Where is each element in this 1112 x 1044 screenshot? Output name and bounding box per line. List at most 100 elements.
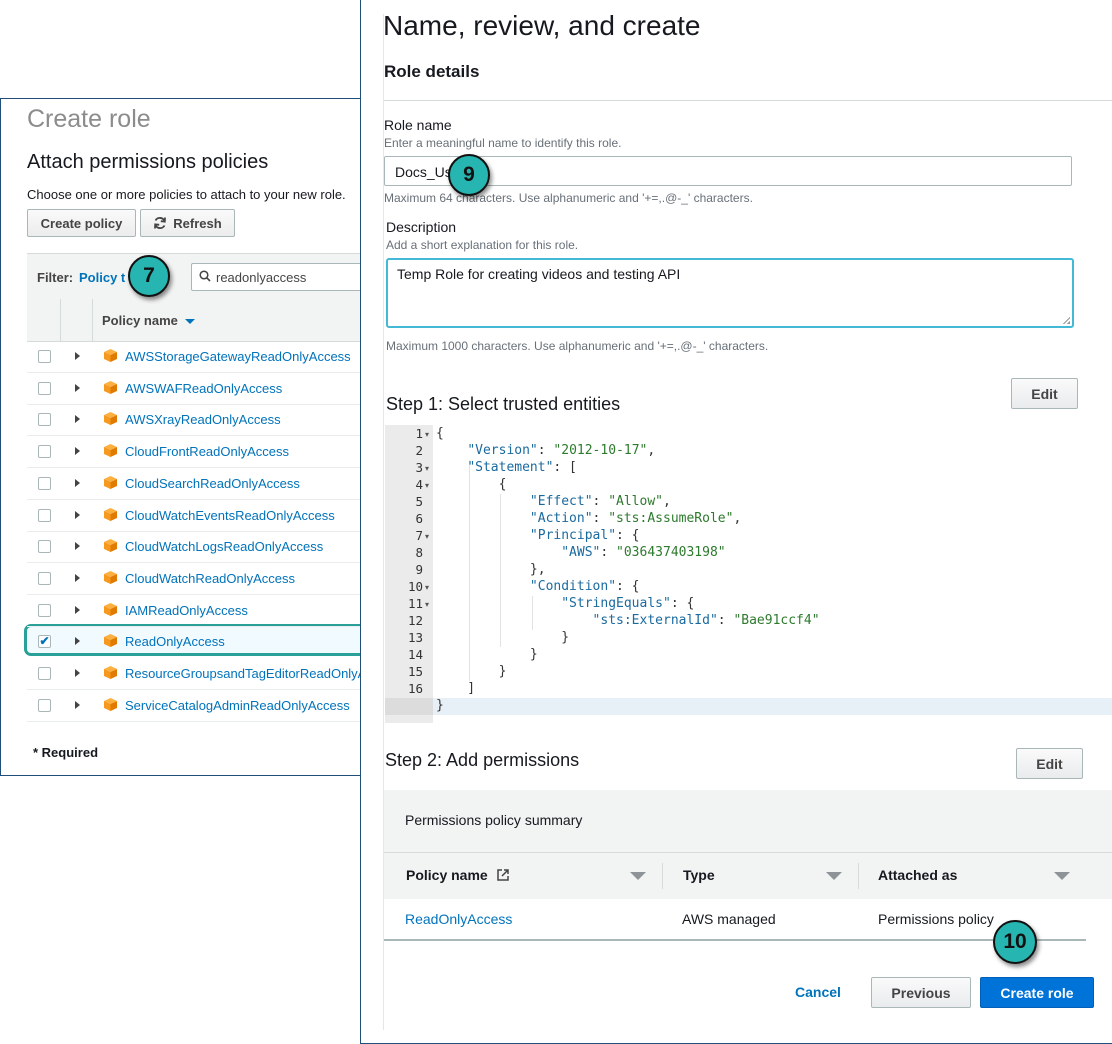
line-number: 5 — [415, 494, 423, 509]
trust-policy-editor[interactable]: 1▾23▾4▾567▾8910▾11▾121314151617 { "Versi… — [385, 425, 1112, 723]
sort-arrow-icon[interactable] — [1054, 872, 1070, 880]
policy-box-icon — [104, 539, 117, 553]
policy-box-icon — [104, 444, 117, 458]
policy-name-link[interactable]: CloudWatchLogsReadOnlyAccess — [125, 539, 323, 554]
code-line: } — [436, 664, 507, 679]
policy-row[interactable]: AWSWAFReadOnlyAccess — [27, 373, 379, 405]
line-number: 9 — [415, 562, 423, 577]
policy-name-link[interactable]: ReadOnlyAccess — [125, 634, 225, 649]
policy-name-link[interactable]: AWSXrayReadOnlyAccess — [125, 412, 281, 427]
create-policy-button[interactable]: Create policy — [27, 209, 136, 237]
permissions-summary-header: Permissions policy summary — [384, 790, 1112, 852]
line-number: 1 — [415, 426, 423, 441]
policy-name-link[interactable]: AWSWAFReadOnlyAccess — [125, 381, 282, 396]
expand-arrow-icon[interactable] — [75, 637, 80, 646]
policy-row[interactable]: ✔ ReadOnlyAccess — [27, 626, 379, 658]
code-line: { — [436, 477, 507, 492]
policy-row[interactable]: CloudWatchLogsReadOnlyAccess — [27, 531, 379, 564]
policy-name-column-header[interactable]: Policy name — [406, 867, 510, 883]
checkbox-icon[interactable] — [38, 667, 51, 680]
policy-name-link[interactable]: CloudFrontReadOnlyAccess — [125, 444, 289, 459]
policy-row[interactable]: ResourceGroupsandTagEditorReadOnlyA — [27, 658, 379, 690]
line-number: 8 — [415, 545, 423, 560]
policy-link[interactable]: ReadOnlyAccess — [405, 911, 512, 927]
fold-arrow-icon[interactable]: ▾ — [425, 532, 429, 541]
type-column-header[interactable]: Type — [683, 867, 715, 883]
expand-arrow-icon[interactable] — [75, 352, 80, 360]
cancel-button[interactable]: Cancel — [795, 984, 841, 1000]
sort-arrow-icon[interactable] — [630, 872, 646, 880]
checkbox-icon[interactable] — [38, 571, 51, 585]
policy-type-cell: AWS managed — [682, 911, 776, 927]
description-textarea[interactable]: Temp Role for creating videos and testin… — [386, 258, 1074, 328]
policy-name-link[interactable]: CloudWatchEventsReadOnlyAccess — [125, 508, 335, 523]
description-value: Temp Role for creating videos and testin… — [397, 266, 681, 282]
checkbox-icon[interactable]: ✔ — [38, 635, 51, 649]
expand-arrow-icon[interactable] — [75, 573, 80, 582]
policy-name-link[interactable]: ServiceCatalogAdminReadOnlyAccess — [125, 698, 350, 713]
edit-permissions-button[interactable]: Edit — [1016, 748, 1083, 779]
policy-row[interactable]: AWSXrayReadOnlyAccess — [27, 404, 379, 437]
expand-arrow-icon[interactable] — [75, 478, 80, 487]
expand-arrow-icon[interactable] — [75, 415, 80, 424]
policy-name-column-header[interactable]: Policy name — [102, 313, 178, 328]
policy-name-link[interactable]: CloudWatchReadOnlyAccess — [125, 571, 295, 586]
expand-arrow-icon[interactable] — [75, 510, 80, 519]
edit-trusted-entities-button[interactable]: Edit — [1011, 378, 1078, 409]
expand-arrow-icon[interactable] — [75, 542, 80, 551]
checkbox-icon[interactable] — [38, 445, 51, 459]
policy-name-link[interactable]: AWSStorageGatewayReadOnlyAccess — [125, 349, 351, 364]
expand-arrow-icon[interactable] — [75, 605, 80, 614]
page-title: Name, review, and create — [383, 10, 701, 41]
sort-arrow-icon[interactable] — [185, 319, 195, 324]
line-number: 14 — [407, 647, 423, 662]
attached-as-column-header[interactable]: Attached as — [878, 867, 957, 883]
section-description: Choose one or more policies to attach to… — [27, 187, 346, 202]
expand-arrow-icon[interactable] — [75, 669, 80, 677]
resize-handle[interactable] — [1062, 316, 1070, 324]
code-line: "Statement": [ — [467, 460, 577, 475]
policy-row[interactable]: CloudWatchReadOnlyAccess — [27, 563, 379, 595]
policy-row[interactable]: ServiceCatalogAdminReadOnlyAccess — [27, 690, 379, 722]
fold-arrow-icon[interactable]: ▾ — [425, 430, 429, 439]
summary-title: Permissions policy summary — [405, 812, 583, 828]
fold-arrow-icon[interactable]: ▾ — [425, 600, 429, 609]
active-line-highlight — [433, 698, 1112, 715]
sort-arrow-icon[interactable] — [826, 872, 842, 880]
policy-row[interactable]: CloudSearchReadOnlyAccess — [27, 468, 379, 500]
policy-box-icon — [104, 697, 117, 711]
fold-arrow-icon[interactable]: ▾ — [425, 464, 429, 473]
description-label: Description — [386, 219, 457, 235]
policy-row[interactable]: AWSStorageGatewayReadOnlyAccess — [27, 341, 379, 373]
create-role-button[interactable]: Create role — [980, 977, 1094, 1008]
policy-search-input[interactable]: readonlyaccess — [191, 263, 379, 291]
checkbox-icon[interactable] — [38, 698, 51, 712]
checkbox-icon[interactable] — [38, 508, 51, 522]
policy-name-link[interactable]: CloudSearchReadOnlyAccess — [125, 476, 300, 491]
code-line: } — [436, 630, 570, 645]
policy-name-link[interactable]: ResourceGroupsandTagEditorReadOnlyA — [125, 666, 366, 681]
checkbox-icon[interactable] — [38, 381, 51, 395]
fold-arrow-icon[interactable]: ▾ — [425, 583, 429, 592]
checkbox-icon[interactable] — [38, 603, 51, 617]
expand-arrow-icon[interactable] — [75, 383, 80, 392]
edit-label: Edit — [1031, 385, 1058, 402]
checkbox-icon[interactable] — [38, 476, 51, 490]
checkbox-icon[interactable] — [38, 413, 51, 427]
policy-row[interactable]: CloudFrontReadOnlyAccess — [27, 436, 379, 469]
refresh-button[interactable]: Refresh — [140, 209, 235, 237]
code-line: "Effect": "Allow", — [529, 494, 671, 509]
code-line: "Condition": { — [529, 579, 640, 594]
policy-name-link[interactable]: IAMReadOnlyAccess — [125, 603, 248, 618]
previous-button[interactable]: Previous — [871, 977, 971, 1008]
checkbox-icon[interactable] — [38, 350, 51, 363]
fold-arrow-icon[interactable]: ▾ — [425, 481, 429, 490]
policy-row[interactable]: IAMReadOnlyAccess — [27, 595, 379, 627]
line-number: 16 — [407, 681, 423, 696]
policy-type-filter-link[interactable]: Policy t — [79, 270, 125, 285]
expand-arrow-icon[interactable] — [75, 700, 80, 709]
code-line: "Principal": { — [529, 528, 640, 543]
expand-arrow-icon[interactable] — [75, 447, 80, 456]
policy-row[interactable]: CloudWatchEventsReadOnlyAccess — [27, 500, 379, 532]
checkbox-icon[interactable] — [38, 540, 51, 554]
